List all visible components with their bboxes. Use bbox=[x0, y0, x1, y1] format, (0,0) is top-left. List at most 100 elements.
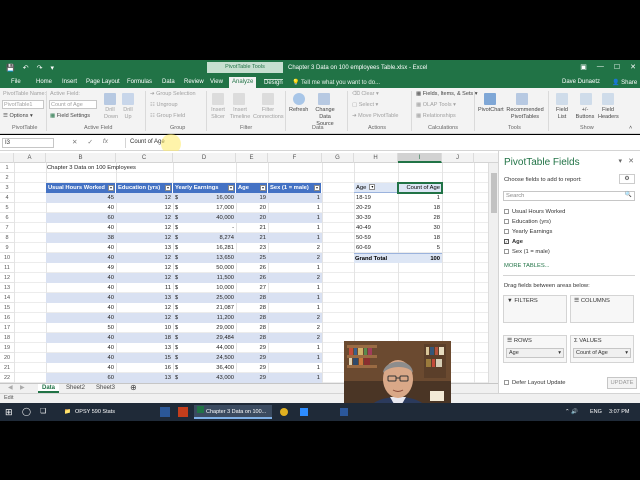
table-cell[interactable]: 12 bbox=[116, 263, 173, 273]
table-cell[interactable]: 28 bbox=[236, 303, 268, 313]
table-cell[interactable]: 29 bbox=[236, 373, 268, 383]
values-field-count-of-age[interactable]: Count of Age ▾ bbox=[573, 348, 631, 358]
filter-dropdown-icon[interactable]: ▾ bbox=[228, 185, 234, 191]
table-cell[interactable]: 40 bbox=[46, 303, 116, 313]
row-header[interactable]: 8 bbox=[0, 233, 14, 243]
tab-page-layout[interactable]: Page Layout bbox=[86, 79, 120, 85]
table-cell[interactable]: 40 bbox=[46, 223, 116, 233]
select-button[interactable]: ▢ Select ▾ bbox=[352, 102, 378, 108]
pivot-row-value[interactable]: 30 bbox=[398, 223, 442, 233]
table-cell[interactable]: 13 bbox=[116, 293, 173, 303]
pivot-grand-total-label[interactable]: Grand Total bbox=[354, 253, 398, 263]
checkbox-icon[interactable] bbox=[504, 228, 509, 234]
table-cell[interactable]: 29,000 bbox=[173, 323, 236, 333]
chevron-down-icon[interactable]: ▾ bbox=[558, 349, 561, 357]
field-item[interactable]: Sex (1 = male) bbox=[504, 248, 550, 257]
table-cell[interactable]: 40 bbox=[46, 353, 116, 363]
options-button[interactable]: ☰ Options ▾ bbox=[3, 113, 33, 119]
tab-design[interactable]: Design bbox=[264, 79, 283, 86]
name-box[interactable]: I3 bbox=[2, 138, 54, 148]
row-header[interactable]: 9 bbox=[0, 243, 14, 253]
table-cell[interactable]: 2 bbox=[268, 323, 322, 333]
vertical-scrollbar[interactable] bbox=[488, 163, 498, 383]
prev-sheet-icon[interactable]: ◀ bbox=[4, 384, 17, 393]
filters-area[interactable]: ▼ FILTERS bbox=[503, 295, 567, 323]
close-icon[interactable]: ✕ bbox=[630, 63, 636, 71]
table-cell[interactable]: 16 bbox=[116, 363, 173, 373]
folder-icon[interactable]: 📁 bbox=[64, 405, 71, 419]
table-cell[interactable]: 8,274 bbox=[173, 233, 236, 243]
table-cell[interactable]: 21 bbox=[236, 233, 268, 243]
pivot-row-label[interactable]: 40-49 bbox=[356, 223, 396, 233]
buttons-toggle[interactable]: +/- Buttons bbox=[574, 107, 596, 121]
pivot-row-header[interactable]: Age ▾ bbox=[354, 183, 398, 193]
table-cell[interactable]: 16,000 bbox=[173, 193, 236, 203]
word-icon[interactable] bbox=[160, 407, 170, 417]
defer-layout-update-checkbox[interactable]: Defer Layout Update bbox=[504, 379, 566, 388]
table-cell[interactable]: 1 bbox=[268, 293, 322, 303]
table-cell[interactable]: 28 bbox=[236, 293, 268, 303]
pivot-row-value[interactable]: 1 bbox=[398, 193, 442, 203]
table-cell[interactable]: 19 bbox=[236, 193, 268, 203]
table-cell[interactable]: 2 bbox=[268, 243, 322, 253]
row-header[interactable]: 3 bbox=[0, 183, 14, 193]
pivot-row-label[interactable]: 18-19 bbox=[356, 193, 396, 203]
zoom-icon[interactable] bbox=[300, 408, 308, 416]
pivot-row-label[interactable]: 20-29 bbox=[356, 203, 396, 213]
sheet-tab-data[interactable]: Data bbox=[38, 384, 60, 393]
table-cell[interactable]: 40 bbox=[46, 343, 116, 353]
field-headers-toggle[interactable]: Field Headers bbox=[598, 107, 619, 121]
row-header[interactable]: 4 bbox=[0, 193, 14, 203]
row-header[interactable]: 15 bbox=[0, 303, 14, 313]
checkbox-icon[interactable]: ✓ bbox=[504, 238, 509, 244]
columns-area[interactable]: ☰ COLUMNS bbox=[570, 295, 634, 323]
column-header[interactable]: J bbox=[442, 153, 474, 163]
row-header[interactable]: 1 bbox=[0, 163, 14, 173]
table-cell[interactable]: 21,087 bbox=[173, 303, 236, 313]
table-cell[interactable]: 1 bbox=[268, 303, 322, 313]
table-cell[interactable]: 44,000 bbox=[173, 343, 236, 353]
table-cell[interactable]: 12 bbox=[116, 233, 173, 243]
table-cell[interactable]: 40,000 bbox=[173, 213, 236, 223]
table-cell[interactable]: 50,000 bbox=[173, 263, 236, 273]
table-cell[interactable]: 2 bbox=[268, 313, 322, 323]
pivotchart-button[interactable]: PivotChart bbox=[478, 107, 504, 113]
table-cell[interactable]: 11,200 bbox=[173, 313, 236, 323]
table-cell[interactable]: 1 bbox=[268, 193, 322, 203]
checkbox-icon[interactable] bbox=[504, 218, 509, 224]
table-cell[interactable]: 10 bbox=[116, 323, 173, 333]
row-header[interactable]: 17 bbox=[0, 323, 14, 333]
table-cell[interactable]: 40 bbox=[46, 363, 116, 373]
pivot-row-label[interactable]: 30-39 bbox=[356, 213, 396, 223]
relationships-button[interactable]: ▦ Relationships bbox=[416, 113, 456, 119]
table-cell[interactable]: 25 bbox=[236, 253, 268, 263]
pivot-row-value[interactable]: 18 bbox=[398, 203, 442, 213]
table-cell[interactable]: 2 bbox=[268, 333, 322, 343]
column-header[interactable]: I bbox=[398, 153, 442, 163]
table-cell[interactable]: 40 bbox=[46, 273, 116, 283]
select-all-corner[interactable] bbox=[0, 153, 14, 163]
checkbox-icon[interactable] bbox=[504, 208, 509, 214]
table-cell[interactable]: 20 bbox=[236, 203, 268, 213]
filter-dropdown-icon[interactable]: ▾ bbox=[260, 185, 266, 191]
table-cell[interactable]: 12 bbox=[116, 313, 173, 323]
field-item[interactable]: Usual Hours Worked bbox=[504, 208, 565, 217]
table-cell[interactable]: 1 bbox=[268, 233, 322, 243]
table-cell[interactable]: 28 bbox=[236, 333, 268, 343]
table-cell[interactable]: - bbox=[173, 223, 236, 233]
drill-down-button[interactable]: Drill Down bbox=[104, 107, 118, 121]
table-cell[interactable]: 13 bbox=[116, 343, 173, 353]
row-header[interactable]: 19 bbox=[0, 343, 14, 353]
filter-dropdown-icon[interactable]: ▾ bbox=[165, 185, 171, 191]
update-button[interactable]: UPDATE bbox=[607, 377, 637, 389]
table-cell[interactable]: 60 bbox=[46, 373, 116, 383]
row-header[interactable]: 10 bbox=[0, 253, 14, 263]
customize-icon[interactable]: ▾ bbox=[50, 64, 54, 72]
row-header[interactable]: 14 bbox=[0, 293, 14, 303]
table-cell[interactable]: 40 bbox=[46, 313, 116, 323]
header-sex[interactable]: Sex (1 = male) ▾ bbox=[268, 183, 322, 193]
user-name[interactable]: Dave Dunaetz bbox=[562, 79, 600, 85]
table-cell[interactable]: 1 bbox=[268, 203, 322, 213]
scrollbar-thumb[interactable] bbox=[491, 173, 497, 213]
row-header[interactable]: 13 bbox=[0, 283, 14, 293]
